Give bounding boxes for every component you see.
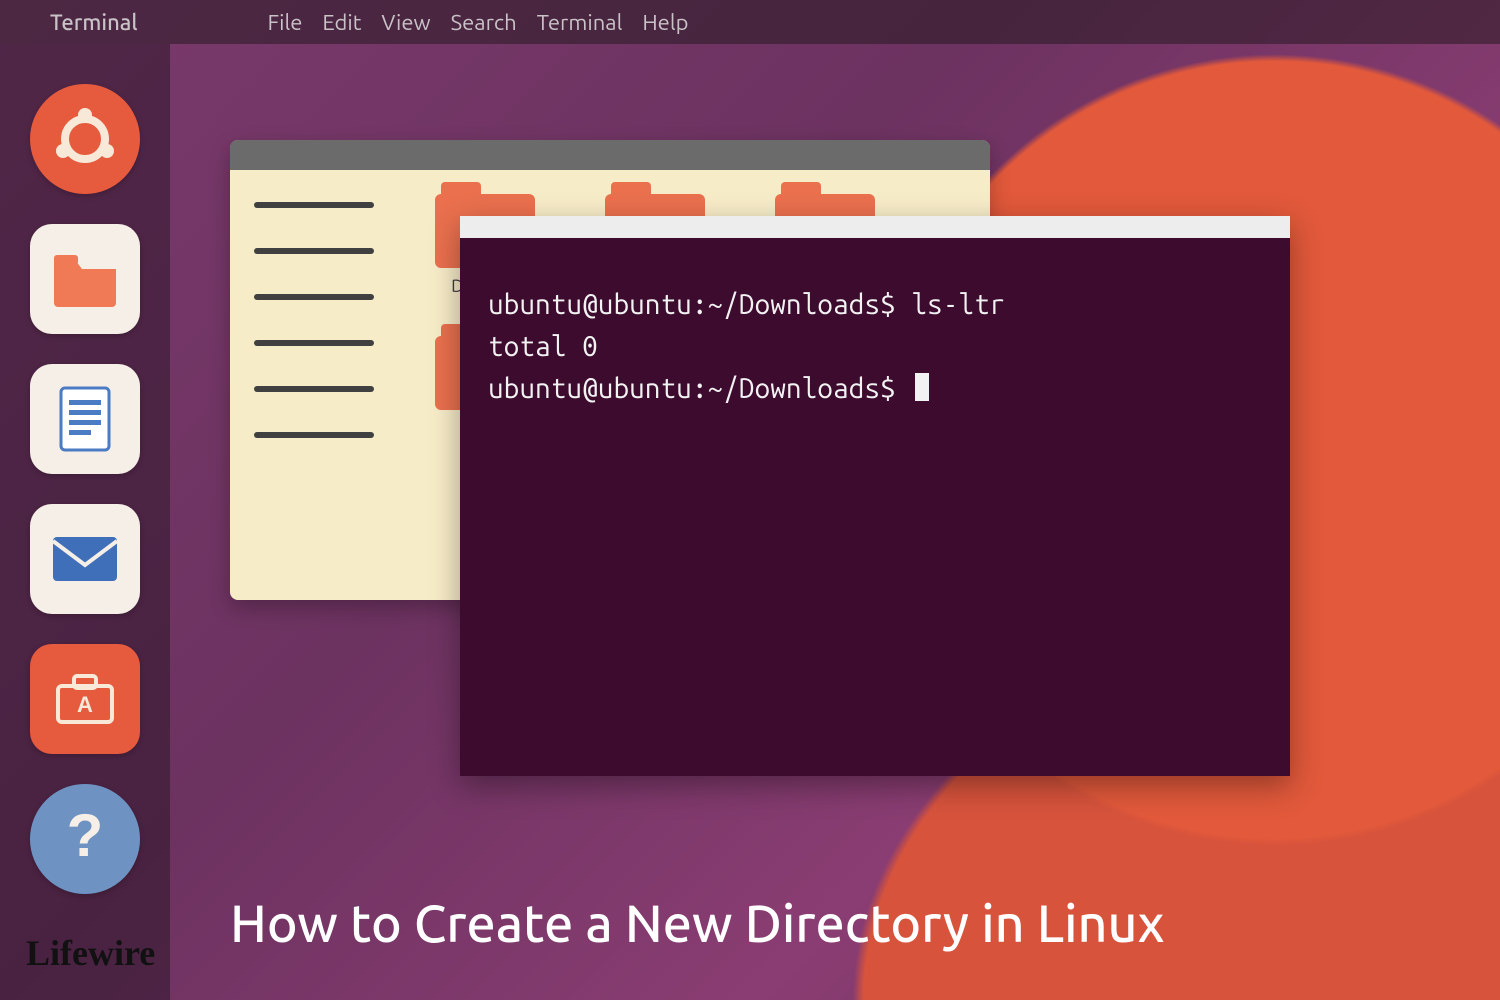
menu-terminal[interactable]: Terminal xyxy=(537,10,623,35)
top-menu-bar: Terminal File Edit View Search Terminal … xyxy=(0,0,1500,44)
terminal-prompt: ubuntu@ubuntu:~/Downloads$ xyxy=(488,289,911,320)
software-center-icon[interactable]: A xyxy=(30,644,140,754)
sidebar-entry[interactable] xyxy=(254,202,374,208)
file-manager-titlebar[interactable] xyxy=(230,140,990,170)
terminal-line: total 0 xyxy=(488,331,598,362)
mail-icon[interactable] xyxy=(30,504,140,614)
terminal-cursor xyxy=(915,373,929,401)
menu-help[interactable]: Help xyxy=(642,10,688,35)
terminal-output[interactable]: ubuntu@ubuntu:~/Downloads$ ls-ltr total … xyxy=(460,238,1290,456)
question-mark-icon: ? xyxy=(60,804,110,874)
menu-edit[interactable]: Edit xyxy=(322,10,361,35)
ubuntu-logo-icon[interactable] xyxy=(30,84,140,194)
active-app-title: Terminal xyxy=(50,10,138,35)
document-icon[interactable] xyxy=(30,364,140,474)
sidebar-entry[interactable] xyxy=(254,294,374,300)
article-headline: How to Create a New Directory in Linux xyxy=(230,894,1165,952)
envelope-icon xyxy=(49,533,121,585)
sidebar-entry[interactable] xyxy=(254,432,374,438)
file-manager-sidebar xyxy=(230,170,410,600)
terminal-window[interactable]: ubuntu@ubuntu:~/Downloads$ ls-ltr total … xyxy=(460,216,1290,776)
menu-search[interactable]: Search xyxy=(451,10,517,35)
svg-text:?: ? xyxy=(67,804,104,869)
terminal-command: ls-ltr xyxy=(911,289,1005,320)
launcher-dock: A ? xyxy=(0,44,170,1000)
text-document-icon xyxy=(55,384,115,454)
svg-text:A: A xyxy=(77,692,93,717)
sidebar-entry[interactable] xyxy=(254,248,374,254)
brand-logo: Lifewire xyxy=(26,932,155,974)
ubuntu-desktop: Terminal File Edit View Search Terminal … xyxy=(0,0,1500,1000)
files-icon[interactable] xyxy=(30,224,140,334)
menu-file[interactable]: File xyxy=(268,10,303,35)
menu-view[interactable]: View xyxy=(381,10,430,35)
help-icon[interactable]: ? xyxy=(30,784,140,894)
sidebar-entry[interactable] xyxy=(254,386,374,392)
briefcase-icon: A xyxy=(52,670,118,728)
ubuntu-circle-icon xyxy=(53,107,117,171)
terminal-prompt: ubuntu@ubuntu:~/Downloads$ xyxy=(488,373,911,404)
menu-bar: File Edit View Search Terminal Help xyxy=(268,10,689,35)
sidebar-entry[interactable] xyxy=(254,340,374,346)
folder-icon xyxy=(50,251,120,307)
